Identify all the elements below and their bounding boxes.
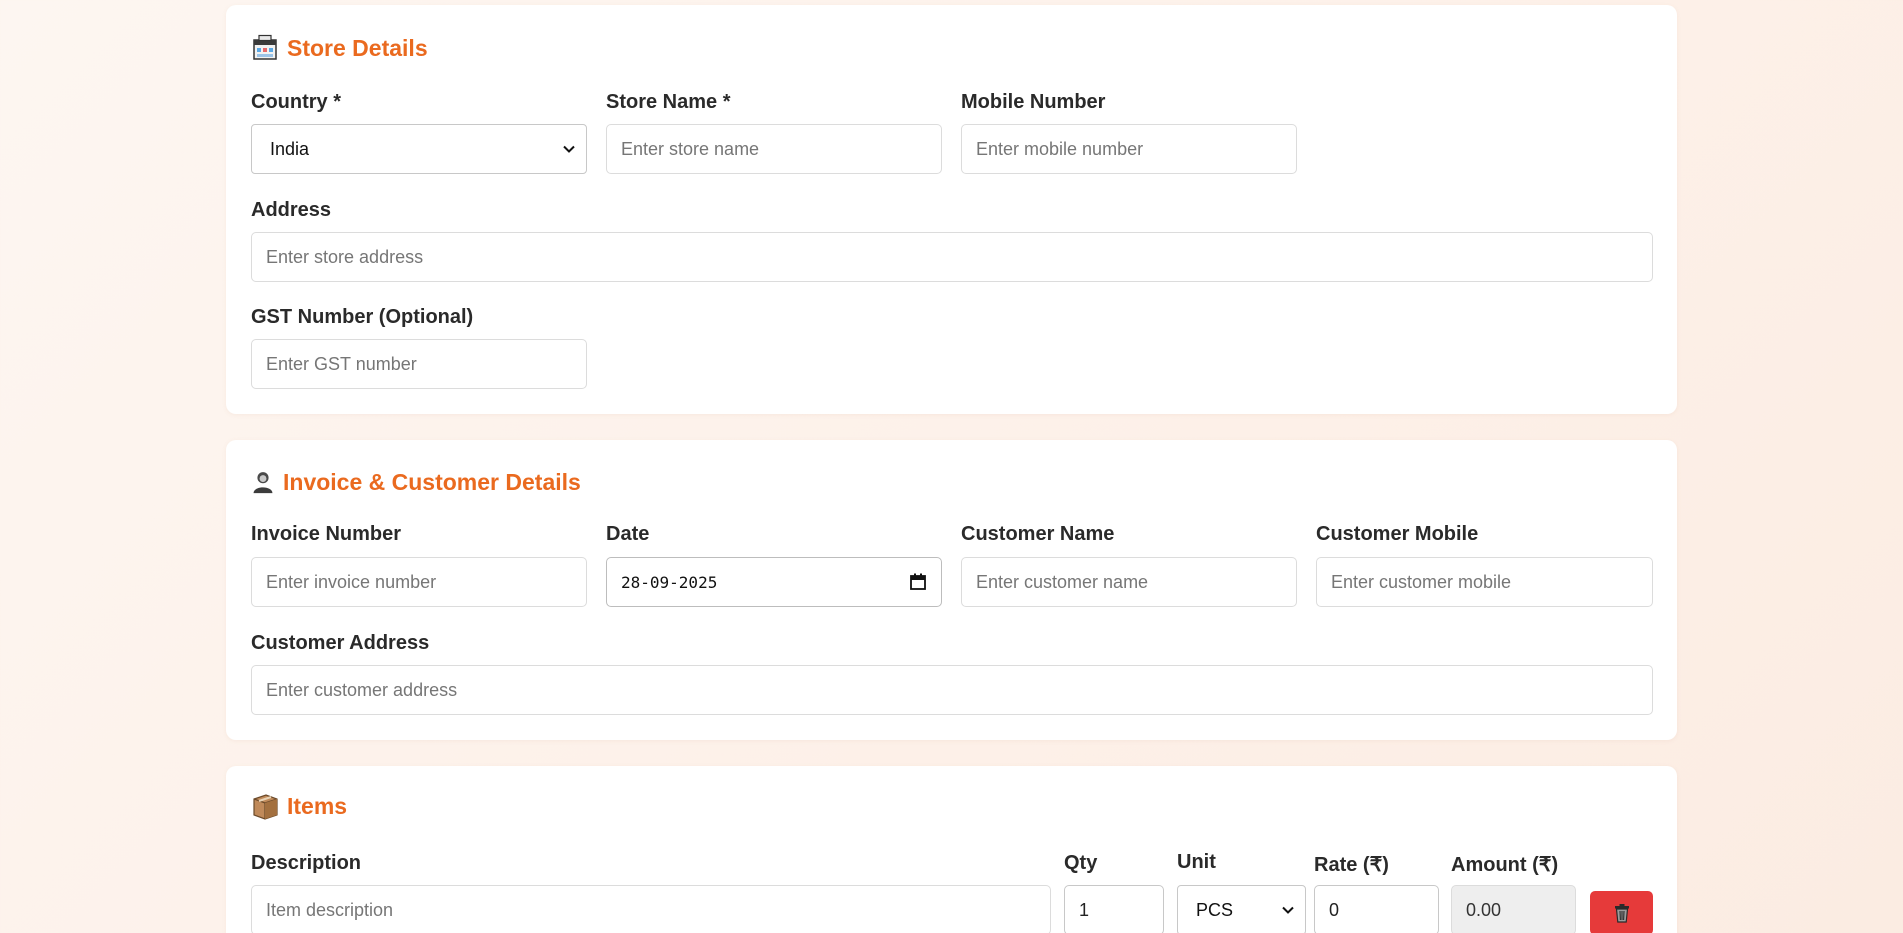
item-rate-input[interactable] [1314,885,1439,933]
store-icon [253,34,277,60]
item-amount-display: 0.00 [1451,885,1576,933]
package-icon [253,794,278,820]
date-label: Date [606,523,650,545]
customer-address-label: Customer Address [251,632,430,654]
customer-icon [253,472,273,494]
store-name-input[interactable] [606,124,942,174]
customer-mobile-input[interactable] [1316,557,1653,607]
gst-number-input[interactable] [251,339,587,389]
invoice-number-label: Invoice Number [251,523,402,545]
unit-column-header: Unit [1177,851,1216,873]
store-details-title: Store Details [287,34,428,61]
invoice-number-input[interactable] [251,557,587,607]
store-address-input[interactable] [251,232,1653,282]
mobile-number-label: Mobile Number [961,91,1106,113]
date-value: 28-09-2025 [621,572,718,592]
amount-column-header: Amount (₹) [1451,854,1559,876]
items-card: Items Description Qty Unit Rate (₹) Amou… [226,766,1677,933]
invoice-customer-card: Invoice & Customer Details Invoice Numbe… [226,440,1677,740]
qty-column-header: Qty [1064,852,1098,874]
country-select-value: India [270,138,310,159]
store-details-header: Store Details [251,34,428,62]
date-input[interactable]: 28-09-2025 [606,557,942,607]
customer-name-input[interactable] [961,557,1297,607]
chevron-down-icon [563,145,575,153]
store-name-label: Store Name * [606,91,731,113]
customer-address-input[interactable] [251,665,1653,715]
delete-item-button[interactable] [1590,891,1653,933]
calendar-icon[interactable] [909,573,927,591]
country-label: Country * [251,91,341,113]
description-column-header: Description [251,852,362,874]
item-description-input[interactable] [251,885,1051,933]
country-select[interactable]: India [251,124,587,174]
item-amount-value: 0.00 [1466,899,1502,920]
item-unit-value: PCS [1196,899,1234,920]
item-unit-select[interactable]: PCS [1177,885,1306,933]
items-title: Items [287,792,348,819]
trash-icon [1614,904,1629,923]
chevron-down-icon [1282,906,1294,914]
invoice-customer-header: Invoice & Customer Details [251,468,581,496]
address-label: Address [251,199,332,221]
gst-number-label: GST Number (Optional) [251,306,474,328]
item-qty-input[interactable] [1064,885,1164,933]
customer-name-label: Customer Name [961,523,1115,545]
customer-mobile-label: Customer Mobile [1316,523,1479,545]
mobile-number-input[interactable] [961,124,1297,174]
store-details-card: Store Details Country * India Store Name… [226,5,1677,414]
items-header: Items [251,792,347,820]
rate-column-header: Rate (₹) [1314,854,1389,876]
invoice-customer-title: Invoice & Customer Details [283,468,581,495]
